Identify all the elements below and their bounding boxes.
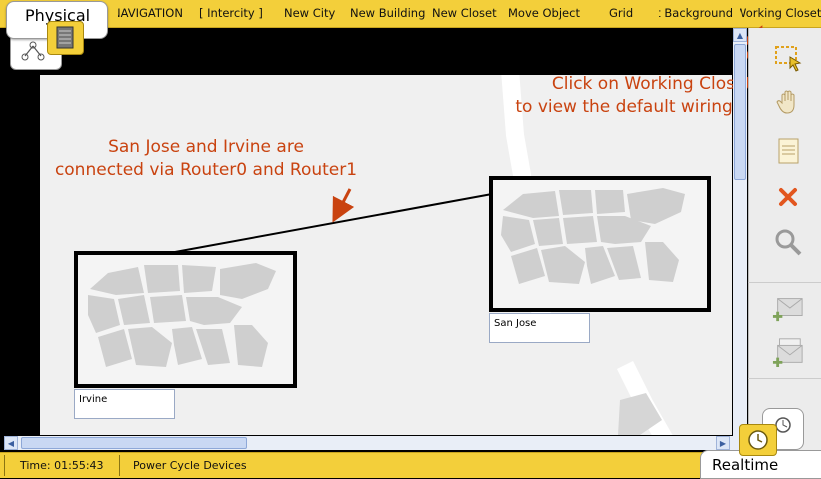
menu-set-background[interactable]: Set Background <box>659 6 733 20</box>
move-hand-icon[interactable] <box>772 86 804 118</box>
router-link-annotation: San Jose and Irvine are connected via Ro… <box>40 136 372 182</box>
san-jose-label[interactable]: San Jose <box>489 313 590 343</box>
menu-working-closet[interactable]: Working Closet <box>740 6 821 20</box>
status-bar: Time: 01:55:43 Power Cycle Devices <box>0 452 821 478</box>
status-divider <box>4 455 5 476</box>
router-link-line <box>174 193 493 253</box>
irvine-label[interactable]: Irvine <box>74 389 175 419</box>
clock-icon[interactable] <box>739 424 777 456</box>
vertical-scroll-thumb[interactable] <box>734 44 746 180</box>
menu-new-city[interactable]: New City <box>284 6 335 20</box>
router-link-annotation-line2: connected via Router0 and Router1 <box>54 160 358 180</box>
scroll-left-icon[interactable]: ◀ <box>4 436 18 450</box>
menu-navigation[interactable]: NAVIGATION <box>118 6 192 20</box>
menu-intercity[interactable]: [ Intercity ] <box>199 6 263 20</box>
status-divider <box>119 455 120 476</box>
select-icon[interactable] <box>772 42 804 74</box>
note-icon[interactable] <box>772 135 804 167</box>
inspect-icon[interactable] <box>772 226 804 258</box>
horizontal-scrollbar[interactable]: ◀ ▶ <box>4 436 733 450</box>
power-cycle-devices-button[interactable]: Power Cycle Devices <box>133 459 247 472</box>
san-jose-city[interactable] <box>489 176 711 312</box>
realtime-mode-label: Realtime <box>712 456 779 474</box>
menu-grid[interactable]: Grid <box>609 6 633 20</box>
menu-new-building[interactable]: New Building <box>350 6 425 20</box>
vertical-scrollbar[interactable]: ▲ <box>733 28 747 452</box>
irvine-city[interactable] <box>74 251 297 388</box>
router-link-annotation-line1: San Jose and Irvine are <box>108 137 304 157</box>
scroll-right-icon[interactable]: ▶ <box>716 436 730 450</box>
menu-new-closet[interactable]: New Closet <box>432 6 497 20</box>
horizontal-scroll-thumb[interactable] <box>21 437 247 449</box>
delete-icon[interactable] <box>772 181 804 213</box>
menu-move-object[interactable]: Move Object <box>508 6 580 20</box>
scroll-up-icon[interactable]: ▲ <box>733 28 747 42</box>
top-toolbar: NAVIGATION [ Intercity ] New City New Bu… <box>0 0 821 28</box>
rack-icon[interactable] <box>47 21 84 55</box>
san-jose-city-map <box>501 188 685 284</box>
add-complex-pdu-icon[interactable] <box>772 336 804 368</box>
tool-panel-divider <box>748 282 821 283</box>
time-display: Time: 01:55:43 <box>20 459 104 472</box>
irvine-city-map <box>88 263 276 367</box>
tool-panel-divider <box>748 378 821 379</box>
add-simple-pdu-icon[interactable] <box>772 292 804 324</box>
